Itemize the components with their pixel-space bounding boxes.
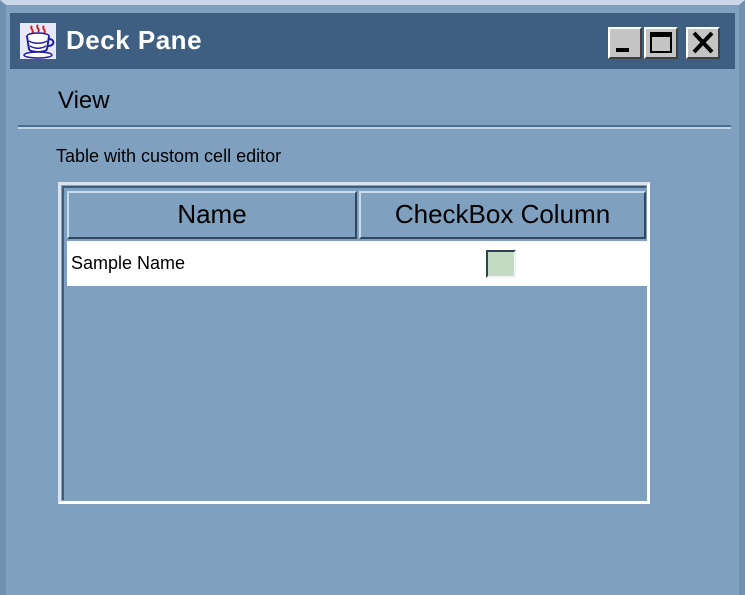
row-checkbox[interactable] [486, 250, 516, 278]
minimize-icon [616, 48, 629, 52]
cell-name[interactable]: Sample Name [71, 253, 185, 274]
table-row[interactable]: Sample Name [67, 241, 647, 286]
table-caption: Table with custom cell editor [56, 146, 282, 166]
window-title: Deck Pane [66, 25, 203, 55]
app-window: Deck Pane View Table with custom cell ed… [0, 0, 745, 595]
menu-separator [18, 125, 731, 129]
column-header-name[interactable]: Name [67, 191, 357, 239]
close-button[interactable] [686, 27, 720, 59]
maximize-icon [650, 32, 672, 53]
maximize-button[interactable] [644, 27, 678, 59]
title-bar[interactable]: Deck Pane [10, 13, 735, 69]
minimize-button[interactable] [608, 27, 642, 59]
menu-item-view[interactable]: View [58, 87, 110, 115]
table-scroll-pane: Name CheckBox Column Sample Name [58, 182, 650, 504]
table: Name CheckBox Column Sample Name [62, 186, 647, 500]
menu-bar: View [6, 73, 739, 123]
java-coffee-cup-icon [20, 23, 56, 59]
column-header-checkbox[interactable]: CheckBox Column [359, 191, 646, 239]
close-icon [692, 31, 714, 54]
